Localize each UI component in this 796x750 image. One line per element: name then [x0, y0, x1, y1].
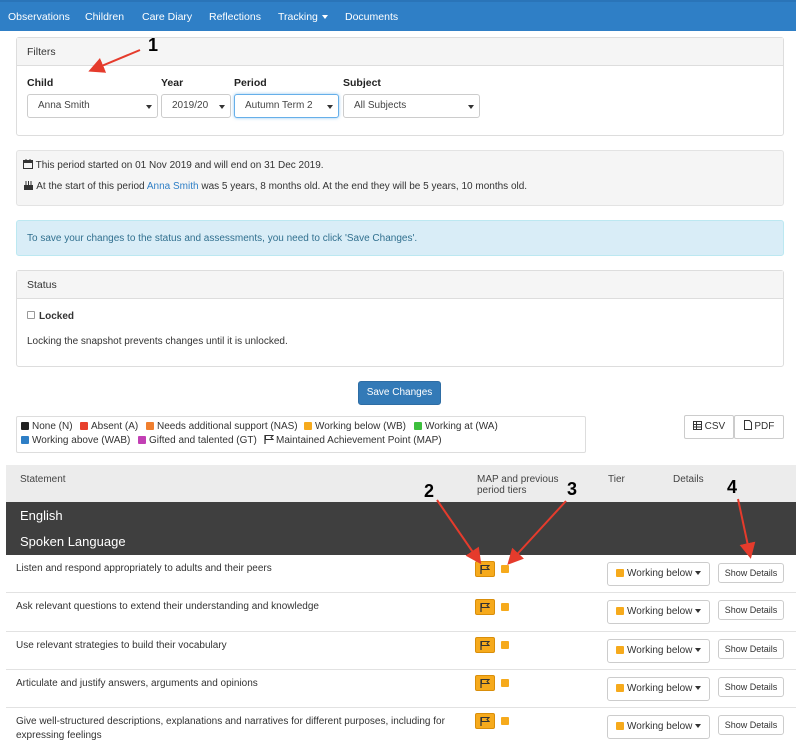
arrow-2: [436, 499, 482, 565]
arrow-1: [88, 49, 141, 73]
arrow-4: [737, 498, 756, 559]
annotation-2: 2: [424, 481, 435, 501]
annotation-arrows: [88, 49, 756, 565]
annotation-1: 1: [148, 35, 159, 55]
annotation-4: 4: [727, 477, 738, 497]
arrow-3: [507, 500, 567, 565]
annotation-3: 3: [567, 479, 578, 499]
